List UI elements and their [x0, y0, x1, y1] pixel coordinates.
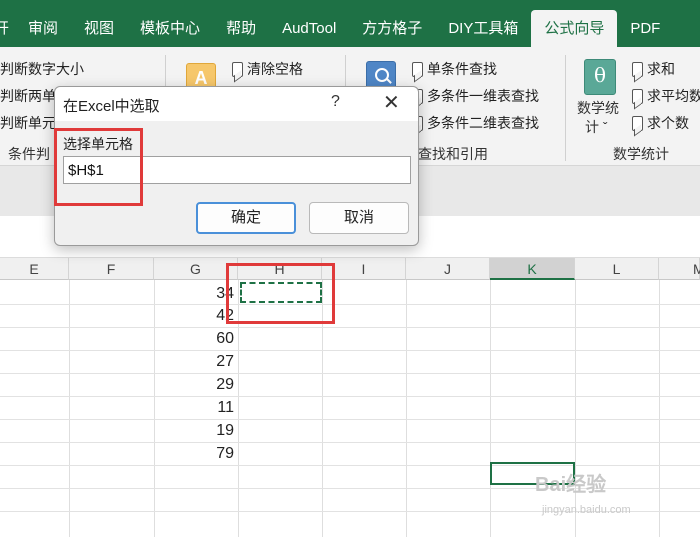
- cell-g2[interactable]: 42: [154, 305, 234, 327]
- column-header-k[interactable]: K: [490, 258, 575, 280]
- tab-template-center[interactable]: 模板中心: [127, 10, 213, 47]
- judge-number-size-label: 判断数字大小: [0, 61, 84, 77]
- grid-line: [0, 442, 700, 443]
- title-bar: [0, 0, 700, 10]
- ribbon-separator: [565, 55, 566, 161]
- baidu-watermark-url: jingyan.baidu.com: [542, 504, 631, 516]
- judge-cell-button[interactable]: 判断单元: [0, 113, 56, 133]
- grid-line: [0, 396, 700, 397]
- bookmark-icon: [632, 115, 643, 131]
- help-icon[interactable]: ?: [331, 93, 340, 111]
- column-header-m[interactable]: M: [659, 258, 700, 280]
- cell-g1[interactable]: 34: [154, 283, 234, 305]
- baidu-watermark: Bai经验: [535, 474, 607, 496]
- grid-line: [490, 280, 491, 537]
- tab-help[interactable]: 帮助: [213, 10, 269, 47]
- lookup-group-label: 查找和引用: [418, 146, 488, 162]
- cancel-button[interactable]: 取消: [309, 202, 409, 234]
- tab-audtool[interactable]: AudTool: [269, 10, 349, 47]
- grid-line: [659, 280, 660, 537]
- annotation-highlight-input: [54, 128, 143, 206]
- grid-line: [0, 327, 700, 328]
- cell-g3[interactable]: 60: [154, 328, 234, 350]
- count-label: 求个数: [647, 115, 689, 131]
- column-header-f[interactable]: F: [69, 258, 154, 280]
- stats-group-label: 数学统计: [613, 146, 669, 162]
- bookmark-icon: [632, 88, 643, 104]
- cell-g4[interactable]: 27: [154, 351, 234, 373]
- grid-line: [575, 280, 576, 537]
- multi-condition-1d-lookup-button[interactable]: 多条件一维表查找: [412, 86, 539, 106]
- multi-condition-1d-lookup-label: 多条件一维表查找: [427, 88, 539, 104]
- math-stats-button[interactable]: 数学统: [577, 98, 619, 118]
- sum-label: 求和: [647, 61, 675, 77]
- column-header-l[interactable]: L: [575, 258, 659, 280]
- close-icon[interactable]: ✕: [383, 90, 400, 115]
- math-stats-dropdown[interactable]: 计 ˇ: [585, 117, 608, 137]
- cell-g7[interactable]: 19: [154, 420, 234, 442]
- single-condition-lookup-button[interactable]: 单条件查找: [412, 59, 497, 79]
- grid-line: [0, 465, 700, 466]
- average-label: 求平均数: [647, 88, 700, 104]
- bookmark-icon: [632, 61, 643, 77]
- grid-line: [0, 350, 700, 351]
- average-button[interactable]: 求平均数: [632, 86, 700, 106]
- tab-start[interactable]: 开: [0, 10, 15, 47]
- clear-spaces-label: 清除空格: [247, 61, 303, 77]
- dialog-title: 在Excel中选取: [63, 98, 160, 115]
- tab-view[interactable]: 视图: [71, 10, 127, 47]
- grid-line: [0, 373, 700, 374]
- grid-line: [69, 280, 70, 537]
- condition-group-label: 条件判: [8, 146, 50, 162]
- tab-pdf[interactable]: PDF: [617, 10, 673, 47]
- grid-line: [406, 280, 407, 537]
- tab-diy-toolbox[interactable]: DIY工具箱: [435, 10, 531, 47]
- sum-button[interactable]: 求和: [632, 59, 675, 79]
- count-button[interactable]: 求个数: [632, 113, 689, 133]
- annotation-highlight-h1: [226, 263, 335, 324]
- multi-condition-2d-lookup-button[interactable]: 多条件二维表查找: [412, 113, 539, 133]
- grid-line: [0, 304, 700, 305]
- ribbon-tab-bar: 开 审阅 视图 模板中心 帮助 AudTool 方方格子 DIY工具箱 公式向导…: [0, 10, 700, 47]
- ok-button[interactable]: 确定: [196, 202, 296, 234]
- multi-condition-2d-lookup-label: 多条件二维表查找: [427, 115, 539, 131]
- judge-two-cells-label: 判断两单: [0, 88, 56, 104]
- cell-g6[interactable]: 11: [154, 397, 234, 419]
- theta-math-icon[interactable]: θ: [584, 59, 616, 95]
- judge-two-cells-button[interactable]: 判断两单: [0, 86, 56, 106]
- tab-formula-wizard[interactable]: 公式向导: [531, 10, 618, 47]
- clear-spaces-button[interactable]: 清除空格: [232, 59, 303, 79]
- grid-line: [0, 419, 700, 420]
- column-header-e[interactable]: E: [0, 258, 69, 280]
- tab-review[interactable]: 审阅: [15, 10, 71, 47]
- tab-fangfang-grid[interactable]: 方方格子: [349, 10, 435, 47]
- judge-cell-label: 判断单元: [0, 115, 56, 131]
- cell-g5[interactable]: 29: [154, 374, 234, 396]
- column-header-j[interactable]: J: [406, 258, 490, 280]
- bookmark-icon: [412, 61, 423, 77]
- cell-g8[interactable]: 79: [154, 443, 234, 465]
- bookmark-icon: [232, 61, 243, 77]
- judge-number-size-button[interactable]: 判断数字大小: [0, 59, 84, 79]
- single-condition-lookup-label: 单条件查找: [427, 61, 497, 77]
